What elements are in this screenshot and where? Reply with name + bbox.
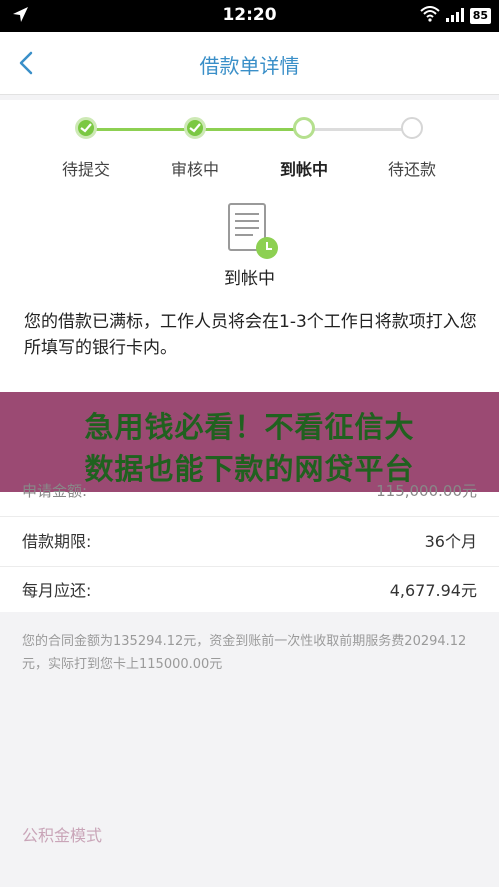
step-dot-submitted (75, 117, 97, 139)
document-clock-icon (223, 202, 283, 266)
signal-icon (445, 7, 464, 26)
loan-details: 申请金额: 115,000.00元 借款期限: 36个月 每月应还: 4,677… (0, 484, 499, 615)
step-label-transfer: 到帐中 (279, 160, 328, 179)
banner-line-1: 急用钱必看！不看征信大 (84, 410, 415, 444)
detail-value: 4,677.94元 (389, 581, 477, 600)
battery-indicator: 85 (469, 8, 491, 24)
nav-bar: 借款单详情 (0, 32, 499, 95)
detail-value: 36个月 (424, 532, 477, 551)
contract-note: 您的合同金额为135294.12元，资金到账前一次性收取前期服务费20294.1… (22, 634, 467, 672)
step-label-submitted: 待提交 (61, 160, 110, 179)
status-label: 到帐中 (224, 269, 275, 289)
detail-value: 115,000.00元 (376, 482, 477, 500)
divider (0, 516, 499, 517)
page-title: 借款单详情 (199, 54, 300, 78)
ad-banner[interactable]: 公积金模式 急用钱必看！不看征信大 数据也能下款的网贷平台 (0, 392, 499, 845)
status-bar: 12:20 85 (0, 0, 499, 32)
progress-line-pending (304, 128, 412, 131)
detail-key: 每月应还: (22, 581, 92, 600)
detail-key: 借款期限: (22, 532, 92, 551)
section-title: 公积金模式 (22, 826, 103, 845)
step-dot-transfer (293, 117, 315, 139)
detail-row-term: 借款期限: 36个月 (0, 518, 499, 566)
progress-card: 待提交 审核中 到帐中 待还款 到帐中 您的借款已满标，工作人员将会在1-3个工… (0, 100, 499, 392)
step-label-review: 审核中 (170, 160, 219, 179)
wifi-icon (420, 6, 440, 26)
detail-key: 申请金额: (22, 482, 88, 500)
detail-row-monthly: 每月应还: 4,677.94元 (0, 567, 499, 615)
step-dot-repay (401, 117, 423, 139)
step-label-repay: 待还款 (387, 160, 436, 179)
status-message: 您的借款已满标，工作人员将会在1-3个工作日将款项打入您所填写的银行卡内。 (24, 312, 477, 358)
step-dot-review (184, 117, 206, 139)
